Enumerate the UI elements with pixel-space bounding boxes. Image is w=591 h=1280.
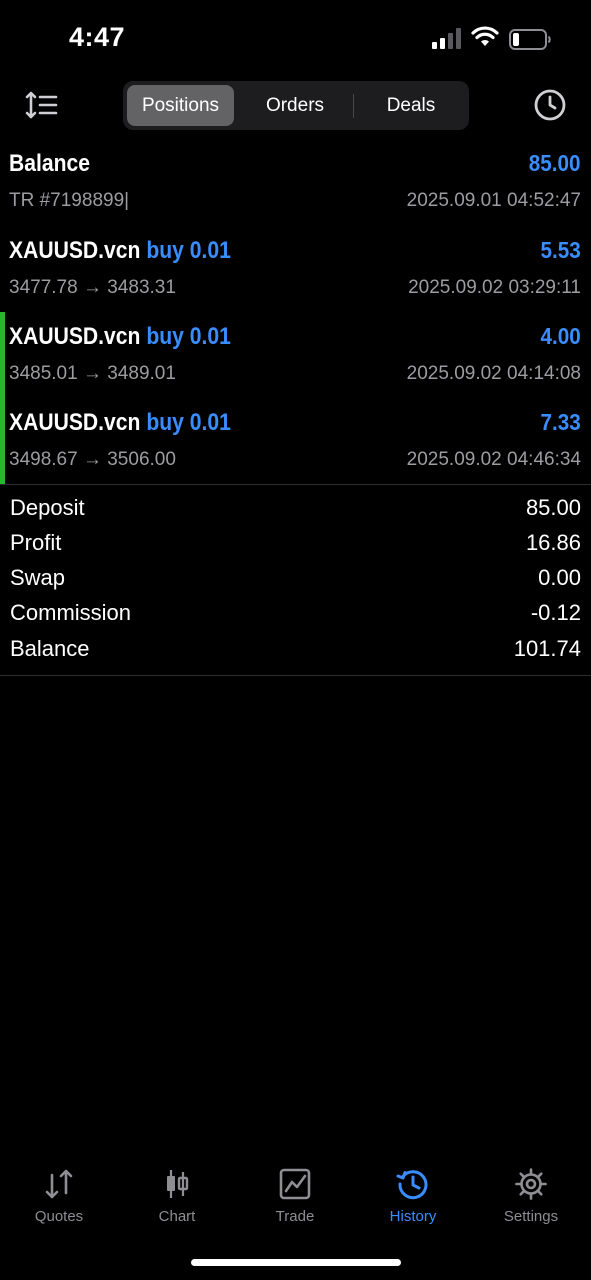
chart-icon <box>167 1170 189 1198</box>
status-bar: 4:47 <box>0 0 591 78</box>
summary-row-commission: Commission -0.12 <box>0 597 591 632</box>
deal-symbol-line: XAUUSD.vcn buy 0.01 <box>9 237 231 265</box>
bottom-tab-bar: Quotes Chart Trade History Settings <box>0 1160 591 1240</box>
deal-time: 2025.09.02 03:29:11 <box>408 277 581 298</box>
status-time: 4:47 <box>69 22 126 52</box>
tab-label: Trade <box>275 1208 315 1225</box>
summary-row-profit: Profit 16.86 <box>0 527 591 562</box>
tab-label: Settings <box>503 1208 559 1225</box>
deal-row[interactable]: XAUUSD.vcn buy 0.01 7.33 3498.67 → 3506.… <box>0 403 591 489</box>
deal-symbol: XAUUSD.vcn <box>9 409 141 436</box>
tab-settings[interactable]: Settings <box>472 1160 590 1230</box>
deal-symbol: XAUUSD.vcn <box>9 237 141 264</box>
deal-symbol-line: XAUUSD.vcn buy 0.01 <box>9 323 231 351</box>
balance-title: Balance <box>9 150 91 177</box>
summary-row-balance: Balance 101.74 <box>0 633 591 668</box>
deal-side: buy 0.01 <box>146 237 231 264</box>
deal-side: buy 0.01 <box>146 323 231 350</box>
balance-deal-row[interactable]: Balance 85.00 TR #7198899| 2025.09.01 04… <box>0 144 591 230</box>
deal-time: 2025.09.02 04:14:08 <box>406 363 581 384</box>
tab-label: Quotes <box>34 1208 84 1225</box>
tab-chart[interactable]: Chart <box>118 1160 236 1230</box>
summary-value: 85.00 <box>525 495 581 520</box>
summary-label: Profit <box>10 530 62 555</box>
quotes-icon <box>45 1169 73 1199</box>
segment-orders[interactable]: Orders <box>241 85 349 126</box>
summary-divider <box>0 675 591 676</box>
deal-prices: 3477.78 → 3483.31 <box>9 277 176 298</box>
summary-label: Balance <box>10 636 90 661</box>
deal-time: 2025.09.02 04:46:34 <box>406 449 581 470</box>
list-divider <box>0 484 591 485</box>
top-toolbar: Positions Orders Deals <box>0 78 591 134</box>
summary-value: -0.12 <box>530 600 581 625</box>
tab-trade[interactable]: Trade <box>236 1160 354 1230</box>
sort-icon[interactable] <box>25 90 59 120</box>
balance-amount: 85.00 <box>529 150 581 176</box>
summary-row-deposit: Deposit 85.00 <box>0 492 591 527</box>
segment-divider <box>353 94 354 118</box>
summary-label: Commission <box>10 600 132 625</box>
home-indicator[interactable] <box>191 1259 401 1266</box>
deal-profit: 5.53 <box>540 237 581 263</box>
tab-history[interactable]: History <box>354 1160 472 1230</box>
balance-comment: TR #7198899| <box>9 190 130 211</box>
tab-quotes[interactable]: Quotes <box>0 1160 118 1230</box>
summary-label: Swap <box>10 565 66 590</box>
cellular-signal-icon <box>432 28 461 49</box>
trade-icon <box>279 1168 311 1200</box>
summary-row-swap: Swap 0.00 <box>0 562 591 597</box>
summary-value: 0.00 <box>538 565 581 590</box>
balance-time: 2025.09.01 04:52:47 <box>406 190 581 211</box>
deal-profit: 7.33 <box>540 409 581 435</box>
deal-symbol: XAUUSD.vcn <box>9 323 141 350</box>
deal-side: buy 0.01 <box>146 409 231 436</box>
deal-row[interactable]: XAUUSD.vcn buy 0.01 5.53 3477.78 → 3483.… <box>0 231 591 317</box>
history-segmented-control: Positions Orders Deals <box>123 81 469 130</box>
gear-icon <box>515 1168 547 1200</box>
clock-icon[interactable] <box>533 88 567 122</box>
segment-positions[interactable]: Positions <box>127 85 234 126</box>
summary-value: 16.86 <box>525 530 581 555</box>
deal-prices: 3485.01 → 3489.01 <box>9 363 176 384</box>
summary-label: Deposit <box>10 495 85 520</box>
deal-prices: 3498.67 → 3506.00 <box>9 449 176 470</box>
summary-value: 101.74 <box>513 636 581 661</box>
deal-profit: 4.00 <box>540 323 581 349</box>
battery-icon <box>509 29 551 50</box>
tab-label: History <box>389 1208 437 1225</box>
segment-deals[interactable]: Deals <box>358 85 464 126</box>
history-icon <box>396 1170 428 1200</box>
deal-symbol-line: XAUUSD.vcn buy 0.01 <box>9 409 231 437</box>
tab-label: Chart <box>158 1208 196 1225</box>
deal-row[interactable]: XAUUSD.vcn buy 0.01 4.00 3485.01 → 3489.… <box>0 317 591 403</box>
wifi-icon <box>471 26 499 46</box>
